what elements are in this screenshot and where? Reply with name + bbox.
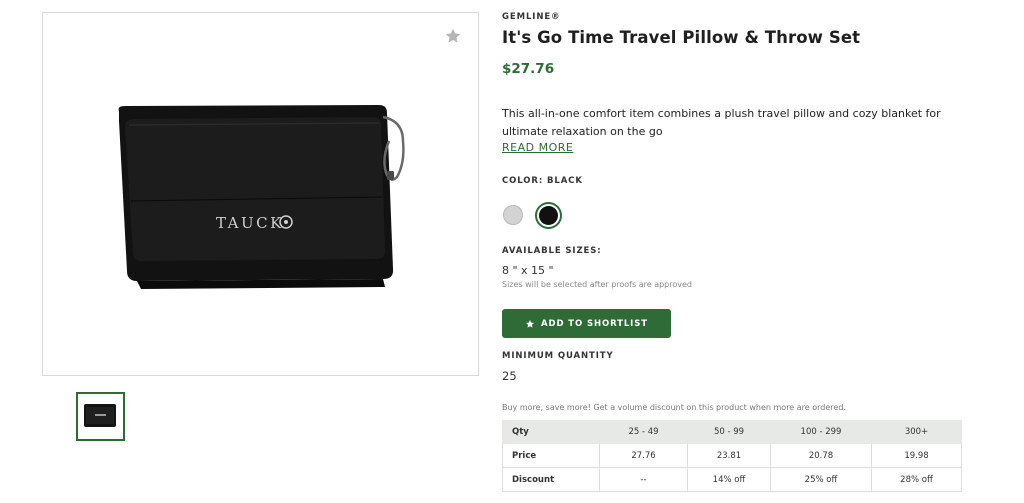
table-cell: Qty	[502, 420, 600, 444]
available-sizes-label: AVAILABLE SIZES:	[502, 246, 602, 256]
table-cell: 20.78	[770, 443, 872, 468]
table-row: Discount -- 14% off 25% off 28% off	[502, 467, 962, 492]
minimum-quantity-value: 25	[502, 369, 517, 383]
product-image-panel: TAUCK	[42, 12, 479, 376]
brand-name: GEMLINE®	[502, 12, 561, 22]
svg-text:TAUCK: TAUCK	[216, 214, 284, 232]
table-cell: 100 - 299	[770, 420, 872, 444]
product-photo: TAUCK	[118, 105, 405, 289]
size-value: 8 " x 15 "	[502, 264, 554, 277]
table-cell: 25% off	[770, 467, 872, 492]
thumbnail-photo	[84, 404, 116, 427]
product-title: It's Go Time Travel Pillow & Throw Set	[502, 28, 861, 47]
product-price: $27.76	[502, 61, 555, 77]
size-note: Sizes will be selected after proofs are …	[502, 280, 692, 289]
volume-discount-note: Buy more, save more! Get a volume discou…	[502, 403, 846, 412]
product-description: This all-in-one comfort item combines a …	[502, 107, 941, 138]
table-row: Price 27.76 23.81 20.78 19.98	[502, 443, 962, 468]
table-header-row: Qty 25 - 49 50 - 99 100 - 299 300+	[502, 420, 962, 444]
volume-pricing-table: Qty 25 - 49 50 - 99 100 - 299 300+ Price…	[502, 420, 962, 492]
table-cell: 25 - 49	[599, 420, 688, 444]
tauck-logo: TAUCK	[216, 214, 293, 232]
table-cell: Discount	[502, 467, 600, 492]
minimum-quantity-label: MINIMUM QUANTITY	[502, 351, 614, 361]
color-swatch-gray[interactable]	[503, 205, 523, 225]
table-cell: 300+	[871, 420, 962, 444]
color-swatch-black[interactable]	[535, 202, 562, 229]
swatch-black-fill	[539, 206, 558, 225]
table-cell: 50 - 99	[687, 420, 771, 444]
add-to-shortlist-button[interactable]: ADD TO SHORTLIST	[502, 309, 671, 338]
shortlist-label: ADD TO SHORTLIST	[541, 318, 648, 329]
table-cell: 14% off	[687, 467, 771, 492]
star-icon	[526, 319, 535, 328]
favorite-star-icon[interactable]	[444, 27, 462, 45]
table-cell: 27.76	[599, 443, 688, 468]
table-cell: 19.98	[871, 443, 962, 468]
color-label: COLOR: BLACK	[502, 176, 583, 186]
table-cell: 23.81	[687, 443, 771, 468]
product-thumbnail[interactable]	[76, 392, 125, 441]
table-cell: --	[599, 467, 688, 492]
read-more-link[interactable]: READ MORE	[502, 141, 573, 154]
table-cell: 28% off	[871, 467, 962, 492]
table-cell: Price	[502, 443, 600, 468]
